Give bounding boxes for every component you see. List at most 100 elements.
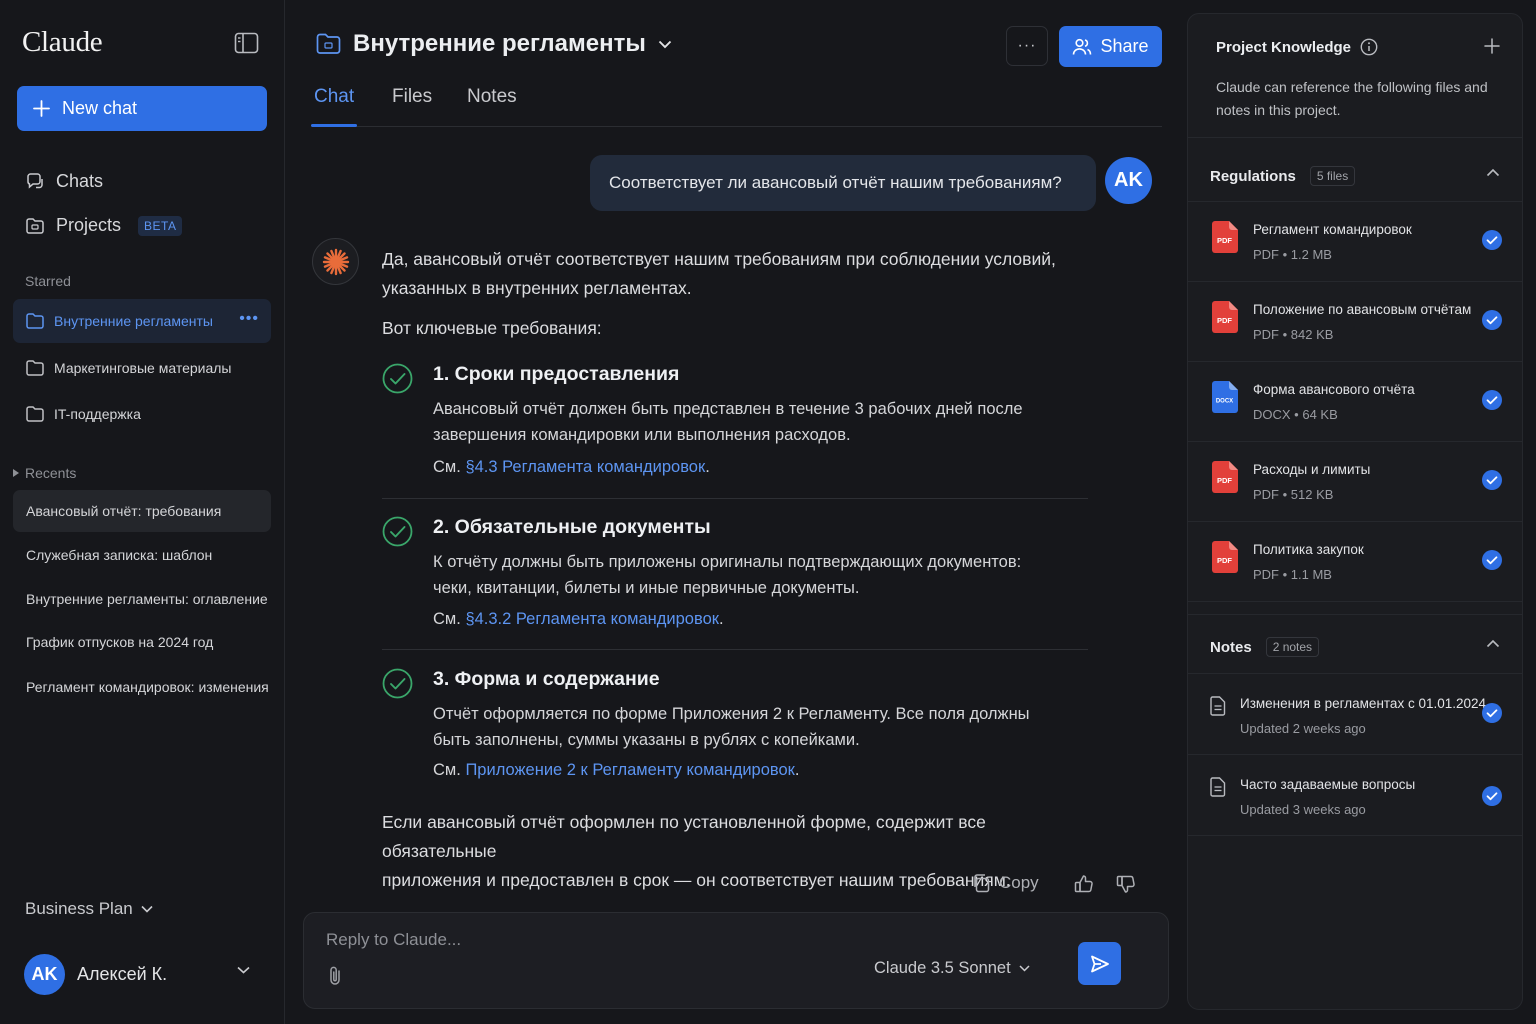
requirement-title: 3. Форма и содержание (433, 668, 660, 690)
regulations-group-header[interactable]: Regulations 5 files (1210, 166, 1356, 186)
recent-item[interactable]: График отпусков на 2024 год (13, 621, 271, 663)
caret-right-icon (13, 469, 19, 477)
requirement-line: Авансовый отчёт должен быть представлен … (433, 400, 1023, 418)
tab-notes[interactable]: Notes (467, 86, 517, 126)
document-icon (1210, 696, 1226, 716)
file-size: 842 KB (1290, 327, 1334, 342)
notes-group-header[interactable]: Notes 2 notes (1210, 637, 1320, 657)
send-button[interactable] (1078, 942, 1121, 985)
file-name: Расходы и лимиты (1253, 462, 1371, 477)
ref-suffix: . (705, 458, 710, 476)
note-item[interactable]: Часто задаваемые вопросы Updated 3 weeks… (1188, 754, 1522, 835)
requirement-line: Отчёт оформляется по форме Приложения 2 … (433, 705, 1030, 723)
file-type: PDF (1253, 327, 1279, 342)
file-item[interactable]: PDF Политика закупок PDF • 1.1 MB (1188, 521, 1522, 601)
main-chat-area: Внутренние регламенты ··· Share Chat Fil… (286, 0, 1186, 1024)
svg-text:PDF: PDF (1217, 236, 1232, 245)
claude-logo[interactable]: Claude (22, 26, 103, 59)
thumbs-up-icon[interactable] (1074, 874, 1094, 894)
file-type: DOCX (1253, 407, 1291, 422)
nav-projects-label: Projects (56, 215, 122, 235)
recent-item-label: График отпусков на 2024 год (26, 634, 214, 650)
check-circle-icon (382, 668, 413, 699)
recent-item-label: Регламент командировок: изменения (26, 679, 269, 695)
recents-toggle[interactable]: Recents (13, 465, 76, 481)
project-knowledge-panel: Project Knowledge Claude can reference t… (1187, 13, 1523, 1010)
message-actions: Copy (972, 873, 1135, 893)
reply-input[interactable] (326, 930, 826, 950)
tab-files[interactable]: Files (392, 86, 432, 126)
nav-chats[interactable]: Chats (25, 171, 103, 192)
note-item[interactable]: Изменения в регламентах с 01.01.2024 Upd… (1188, 673, 1522, 754)
paperclip-icon[interactable] (328, 965, 342, 987)
recent-item[interactable]: Авансовый отчёт: требования (13, 490, 271, 532)
claude-sparkle-icon (312, 238, 359, 285)
requirement-title: 2. Обязательные документы (433, 516, 711, 538)
check-badge-icon (1482, 310, 1502, 330)
copy-icon (972, 873, 990, 893)
avatar: AK (24, 953, 65, 995)
nav-projects[interactable]: Projects BETA (25, 215, 183, 236)
assistant-text-line: Если авансовый отчёт оформлен по установ… (382, 812, 986, 861)
starred-item-marketing[interactable]: Маркетинговые материалы (13, 346, 271, 390)
pdf-file-icon: PDF (1212, 461, 1238, 493)
add-knowledge-icon[interactable] (1484, 38, 1500, 54)
check-badge-icon (1482, 470, 1502, 490)
new-chat-button[interactable]: New chat (17, 86, 267, 131)
thumbs-down-icon[interactable] (1116, 874, 1136, 894)
users-icon (1072, 38, 1092, 56)
more-options-button[interactable]: ··· (1006, 26, 1048, 66)
starred-item-internal-regulations[interactable]: Внутренние регламенты ••• (13, 299, 271, 343)
document-icon (1210, 777, 1226, 797)
svg-text:PDF: PDF (1217, 316, 1232, 325)
divider (1188, 614, 1522, 615)
tab-chat[interactable]: Chat (310, 86, 358, 127)
divider (382, 649, 1088, 650)
file-item[interactable]: PDF Расходы и лимиты PDF • 512 KB (1188, 441, 1522, 521)
knowledge-description: Claude can reference the following files… (1216, 79, 1488, 118)
user-menu[interactable]: AK Алексей К. (24, 952, 260, 996)
chevron-down-icon (237, 966, 250, 974)
file-name: Форма авансового отчёта (1253, 382, 1415, 397)
plan-selector[interactable]: Business Plan (25, 899, 153, 919)
file-meta: PDF • 1.2 MB (1253, 247, 1332, 262)
recent-item[interactable]: Внутренние регламенты: оглавление (13, 578, 271, 620)
file-size: 512 KB (1290, 487, 1334, 502)
recent-item-label: Авансовый отчёт: требования (26, 503, 222, 519)
recent-item[interactable]: Регламент командировок: изменения (13, 666, 271, 708)
share-label: Share (1100, 36, 1149, 56)
file-type: PDF (1253, 247, 1279, 262)
copy-button[interactable]: Copy (972, 873, 1039, 893)
share-button[interactable]: Share (1059, 26, 1162, 67)
reference-link[interactable]: §4.3.2 Регламента командировок (465, 610, 719, 628)
starred-item-label: IT-поддержка (54, 406, 141, 422)
pdf-file-icon: PDF (1212, 301, 1238, 333)
sidebar-toggle-icon[interactable] (234, 32, 259, 54)
note-updated: Updated 3 weeks ago (1240, 802, 1366, 817)
chevron-up-icon[interactable] (1486, 168, 1500, 177)
requirement-body: Отчёт оформляется по форме Приложения 2 … (433, 701, 1073, 753)
projects-folder-icon (25, 216, 45, 236)
info-icon[interactable] (1360, 38, 1378, 56)
regulations-label: Regulations (1210, 167, 1296, 185)
recent-item[interactable]: Служебная записка: шаблон (13, 534, 271, 576)
chevron-up-icon[interactable] (1486, 639, 1500, 648)
user-message-text: Соответствует ли авансовый отчёт нашим т… (609, 173, 1062, 192)
starred-item-it-support[interactable]: IT-поддержка (13, 392, 271, 436)
docx-file-icon: DOCX (1212, 381, 1238, 413)
file-item[interactable]: PDF Регламент командировок PDF • 1.2 MB (1188, 201, 1522, 281)
file-size: 64 KB (1302, 407, 1338, 422)
page-title: Внутренние регламенты (353, 30, 646, 57)
file-item[interactable]: PDF Положение по авансовым отчётам PDF •… (1188, 281, 1522, 361)
more-options-icon[interactable]: ••• (239, 310, 259, 328)
key-requirements-label: Вот ключевые требования: (382, 318, 602, 338)
file-item[interactable]: DOCX Форма авансового отчёта DOCX • 64 K… (1188, 361, 1522, 441)
recent-item-label: Служебная записка: шаблон (26, 547, 213, 563)
file-meta: PDF • 512 KB (1253, 487, 1334, 502)
project-title-selector[interactable]: Внутренние регламенты (316, 30, 672, 58)
reference-link[interactable]: Приложение 2 к Регламенту командировок (465, 761, 794, 779)
reference-link[interactable]: §4.3 Регламента командировок (465, 458, 705, 476)
model-selector[interactable]: Claude 3.5 Sonnet (874, 959, 1030, 978)
check-circle-icon (382, 363, 413, 394)
svg-text:DOCX: DOCX (1216, 399, 1233, 405)
